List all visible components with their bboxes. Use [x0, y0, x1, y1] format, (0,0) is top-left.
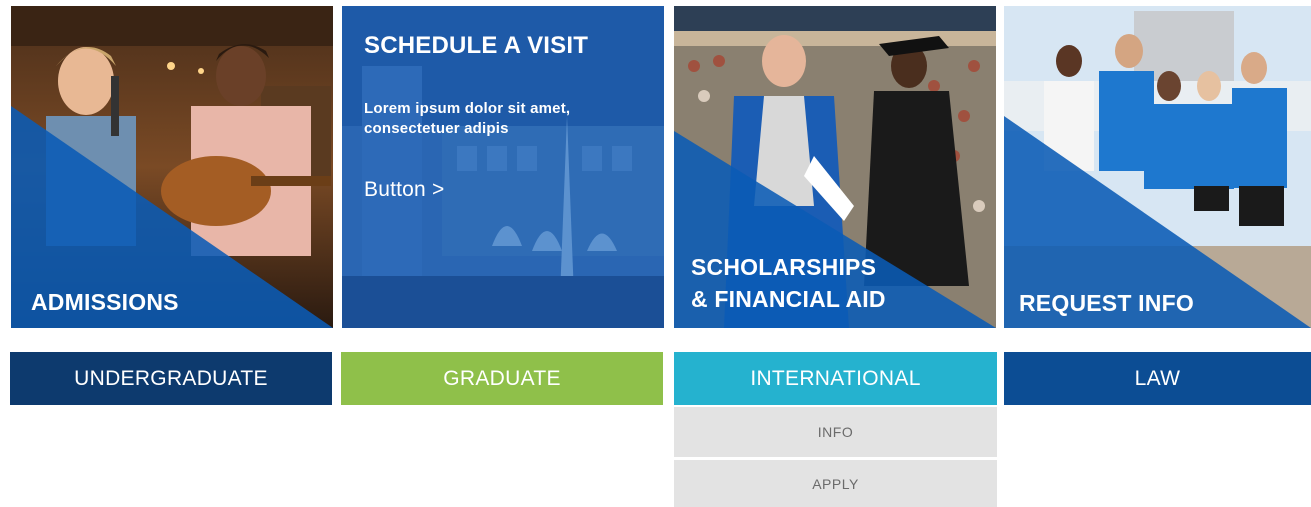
admissions-tile[interactable]: ADMISSIONS — [11, 6, 333, 328]
schedule-visit-tile: SCHEDULE A VISIT Lorem ipsum dolor sit a… — [342, 6, 664, 328]
scholarships-title-line2: & FINANCIAL AID — [691, 286, 886, 312]
admissions-title: ADMISSIONS — [31, 289, 179, 315]
schedule-visit-button[interactable]: Button > — [364, 178, 444, 202]
undergraduate-button[interactable]: UNDERGRADUATE — [10, 352, 332, 405]
schedule-visit-description: Lorem ipsum dolor sit amet, consectetuer… — [364, 100, 571, 137]
scholarships-title: SCHOLARSHIPS & FINANCIAL AID — [691, 251, 886, 315]
request-info-title: REQUEST INFO — [1019, 290, 1194, 316]
international-button[interactable]: INTERNATIONAL — [674, 352, 997, 405]
scholarships-tile[interactable]: SCHOLARSHIPS & FINANCIAL AID — [674, 6, 996, 328]
request-info-tile[interactable]: REQUEST INFO — [1004, 6, 1311, 328]
law-button[interactable]: LAW — [1004, 352, 1311, 405]
graduate-button[interactable]: GRADUATE — [341, 352, 663, 405]
international-apply-link[interactable]: APPLY — [674, 460, 997, 507]
students-photo — [1004, 6, 1311, 328]
scholarships-title-line1: SCHOLARSHIPS — [691, 254, 877, 280]
musicians-photo — [11, 6, 333, 328]
schedule-visit-title: SCHEDULE A VISIT — [364, 32, 589, 59]
international-info-link[interactable]: INFO — [674, 407, 997, 457]
